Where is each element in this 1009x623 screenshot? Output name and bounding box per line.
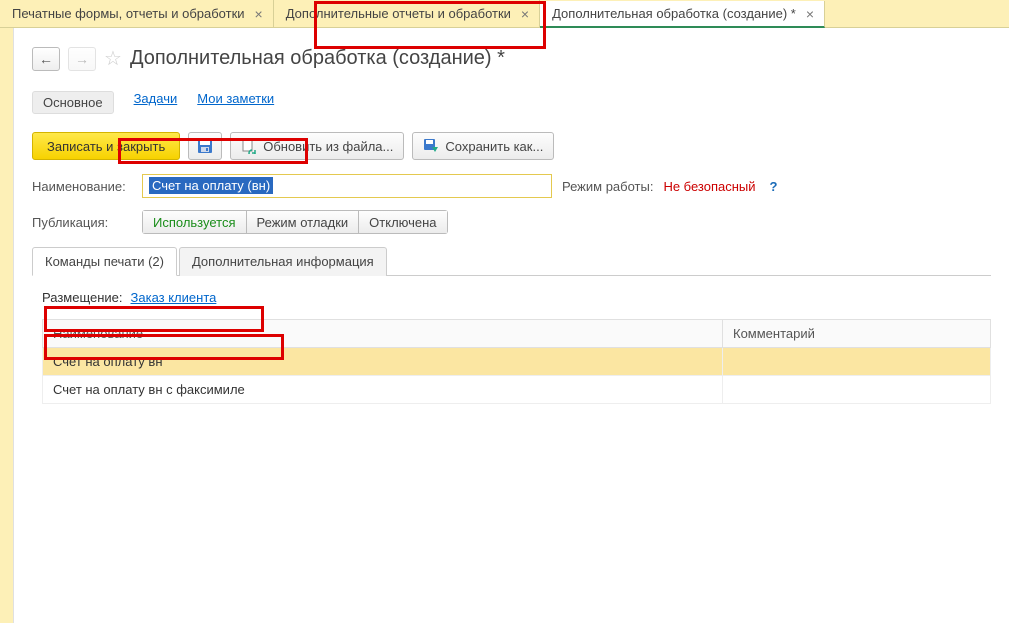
mode-value: Не безопасный [663, 179, 755, 194]
section-tasks[interactable]: Задачи [134, 91, 178, 114]
placement-label: Размещение: [42, 290, 123, 305]
placement-link[interactable]: Заказ клиента [131, 290, 217, 305]
cell-name: Счет на оплату вн с факсимиле [43, 376, 723, 404]
page-title: Дополнительная обработка (создание) * [130, 47, 505, 70]
help-icon[interactable]: ? [770, 179, 778, 194]
table-header-row: Наименование Комментарий [43, 320, 991, 348]
content-area: ← → ☆ Дополнительная обработка (создание… [14, 28, 1009, 623]
section-links: Основное Задачи Мои заметки [32, 91, 991, 114]
name-label: Наименование: [32, 179, 132, 194]
cell-comment [723, 376, 991, 404]
favorite-star-icon[interactable]: ☆ [104, 46, 122, 71]
close-icon[interactable]: × [804, 6, 816, 22]
toolbar: Записать и закрыть Обновить из файла... … [32, 132, 991, 160]
update-from-file-button[interactable]: Обновить из файла... [230, 132, 404, 160]
title-row: ← → ☆ Дополнительная обработка (создание… [32, 46, 991, 71]
window-tab-strip: Печатные формы, отчеты и обработки × Доп… [0, 0, 1009, 28]
placement-row: Размещение: Заказ клиента [42, 290, 991, 305]
window-tab[interactable]: Дополнительные отчеты и обработки × [274, 0, 540, 27]
publication-toggle: Используется Режим отладки Отключена [142, 210, 448, 234]
inner-tabs: Команды печати (2) Дополнительная информ… [32, 246, 991, 276]
window-tab[interactable]: Печатные формы, отчеты и обработки × [0, 0, 274, 27]
save-as-button[interactable]: Сохранить как... [412, 132, 554, 160]
name-input-value: Счет на оплату (вн) [149, 177, 273, 194]
commands-table: Наименование Комментарий Счет на оплату … [42, 319, 991, 404]
section-notes[interactable]: Мои заметки [197, 91, 274, 114]
table-row[interactable]: Счет на оплату вн с факсимиле [43, 376, 991, 404]
col-name[interactable]: Наименование [43, 320, 723, 348]
tab-label: Дополнительная обработка (создание) * [552, 6, 796, 21]
publication-option-off[interactable]: Отключена [359, 210, 447, 234]
cell-name: Счет на оплату вн [43, 348, 723, 376]
save-and-close-button[interactable]: Записать и закрыть [32, 132, 180, 160]
name-input[interactable]: Счет на оплату (вн) [142, 174, 552, 198]
cell-comment [723, 348, 991, 376]
refresh-file-icon [241, 138, 257, 154]
name-field-row: Наименование: Счет на оплату (вн) Режим … [32, 174, 991, 198]
floppy-icon [197, 138, 213, 154]
tab-label: Печатные формы, отчеты и обработки [12, 6, 245, 21]
close-icon[interactable]: × [519, 6, 531, 22]
publication-option-debug[interactable]: Режим отладки [247, 210, 360, 234]
section-main[interactable]: Основное [32, 91, 114, 114]
save-as-icon [423, 138, 439, 154]
tab-print-commands[interactable]: Команды печати (2) [32, 247, 177, 276]
inner-panel: Размещение: Заказ клиента Наименование К… [32, 276, 991, 404]
left-gutter [0, 28, 14, 623]
mode-label: Режим работы: [562, 179, 653, 194]
tab-label: Дополнительные отчеты и обработки [286, 6, 511, 21]
nav-back-button[interactable]: ← [32, 47, 60, 71]
close-icon[interactable]: × [253, 6, 265, 22]
table-row[interactable]: Счет на оплату вн [43, 348, 991, 376]
publication-row: Публикация: Используется Режим отладки О… [32, 210, 991, 234]
publication-label: Публикация: [32, 215, 132, 230]
save-button[interactable] [188, 132, 222, 160]
col-comment[interactable]: Комментарий [723, 320, 991, 348]
window-tab[interactable]: Дополнительная обработка (создание) * × [540, 1, 825, 28]
tab-extra-info[interactable]: Дополнительная информация [179, 247, 387, 276]
publication-option-used[interactable]: Используется [142, 210, 247, 234]
nav-forward-button[interactable]: → [68, 47, 96, 71]
